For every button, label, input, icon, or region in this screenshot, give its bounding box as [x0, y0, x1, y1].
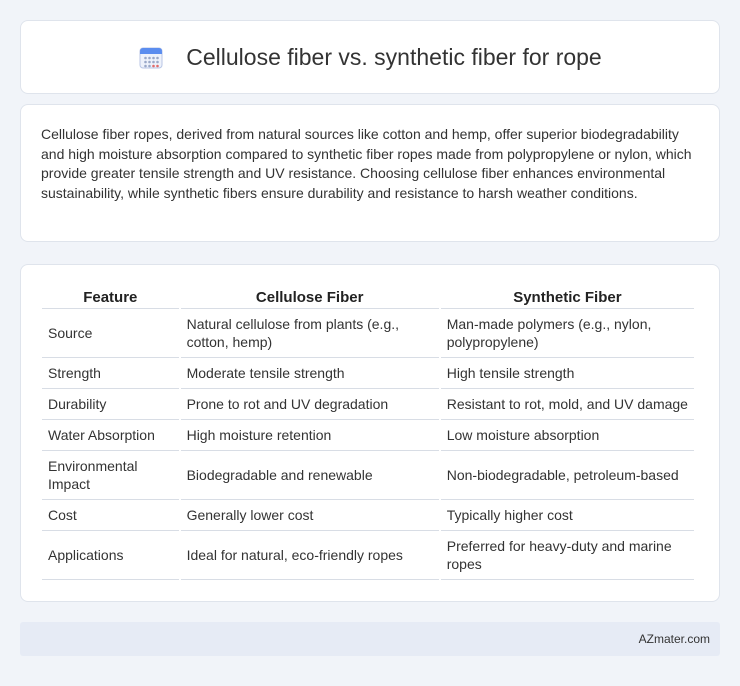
feature-cell: Source [42, 309, 179, 358]
page-title: Cellulose fiber vs. synthetic fiber for … [186, 43, 602, 70]
feature-cell: Cost [42, 500, 179, 531]
synthetic-cell: Preferred for heavy-duty and marine rope… [440, 531, 694, 580]
table-row: Environmental Impact Biodegradable and r… [42, 451, 694, 500]
header-feature: Feature [42, 285, 179, 309]
footer-brand[interactable]: AZmater.com [639, 632, 710, 646]
cellulose-cell: Biodegradable and renewable [180, 451, 439, 500]
synthetic-cell: High tensile strength [440, 358, 694, 389]
synthetic-cell: Typically higher cost [440, 500, 694, 531]
summary-text: Cellulose fiber ropes, derived from natu… [41, 126, 692, 201]
table-row: Source Natural cellulose from plants (e.… [42, 309, 694, 358]
table-header-row: Feature Cellulose Fiber Synthetic Fiber [42, 285, 694, 309]
feature-cell: Applications [42, 531, 179, 580]
title-wrap: Cellulose fiber vs. synthetic fiber for … [138, 43, 602, 71]
cellulose-cell: Moderate tensile strength [180, 358, 439, 389]
table-row: Applications Ideal for natural, eco-frie… [42, 531, 694, 580]
table-row: Water Absorption High moisture retention… [42, 420, 694, 451]
feature-cell: Durability [42, 389, 179, 420]
table-row: Durability Prone to rot and UV degradati… [42, 389, 694, 420]
synthetic-cell: Man-made polymers (e.g., nylon, polyprop… [440, 309, 694, 358]
feature-cell: Environmental Impact [42, 451, 179, 500]
comparison-table: Feature Cellulose Fiber Synthetic Fiber … [40, 285, 696, 580]
cellulose-cell: Prone to rot and UV degradation [180, 389, 439, 420]
header-cellulose: Cellulose Fiber [180, 285, 439, 309]
table-row: Strength Moderate tensile strength High … [42, 358, 694, 389]
cellulose-cell: Ideal for natural, eco-friendly ropes [180, 531, 439, 580]
synthetic-cell: Low moisture absorption [440, 420, 694, 451]
footer-bar: AZmater.com [20, 622, 720, 656]
comparison-card: Feature Cellulose Fiber Synthetic Fiber … [20, 264, 720, 602]
summary-card: Cellulose fiber ropes, derived from natu… [20, 104, 720, 242]
synthetic-cell: Non-biodegradable, petroleum-based [440, 451, 694, 500]
calendar-icon [138, 44, 164, 70]
cellulose-cell: Natural cellulose from plants (e.g., cot… [180, 309, 439, 358]
title-card: Cellulose fiber vs. synthetic fiber for … [20, 20, 720, 94]
cellulose-cell: Generally lower cost [180, 500, 439, 531]
synthetic-cell: Resistant to rot, mold, and UV damage [440, 389, 694, 420]
feature-cell: Strength [42, 358, 179, 389]
feature-cell: Water Absorption [42, 420, 179, 451]
header-synthetic: Synthetic Fiber [440, 285, 694, 309]
cellulose-cell: High moisture retention [180, 420, 439, 451]
table-row: Cost Generally lower cost Typically high… [42, 500, 694, 531]
